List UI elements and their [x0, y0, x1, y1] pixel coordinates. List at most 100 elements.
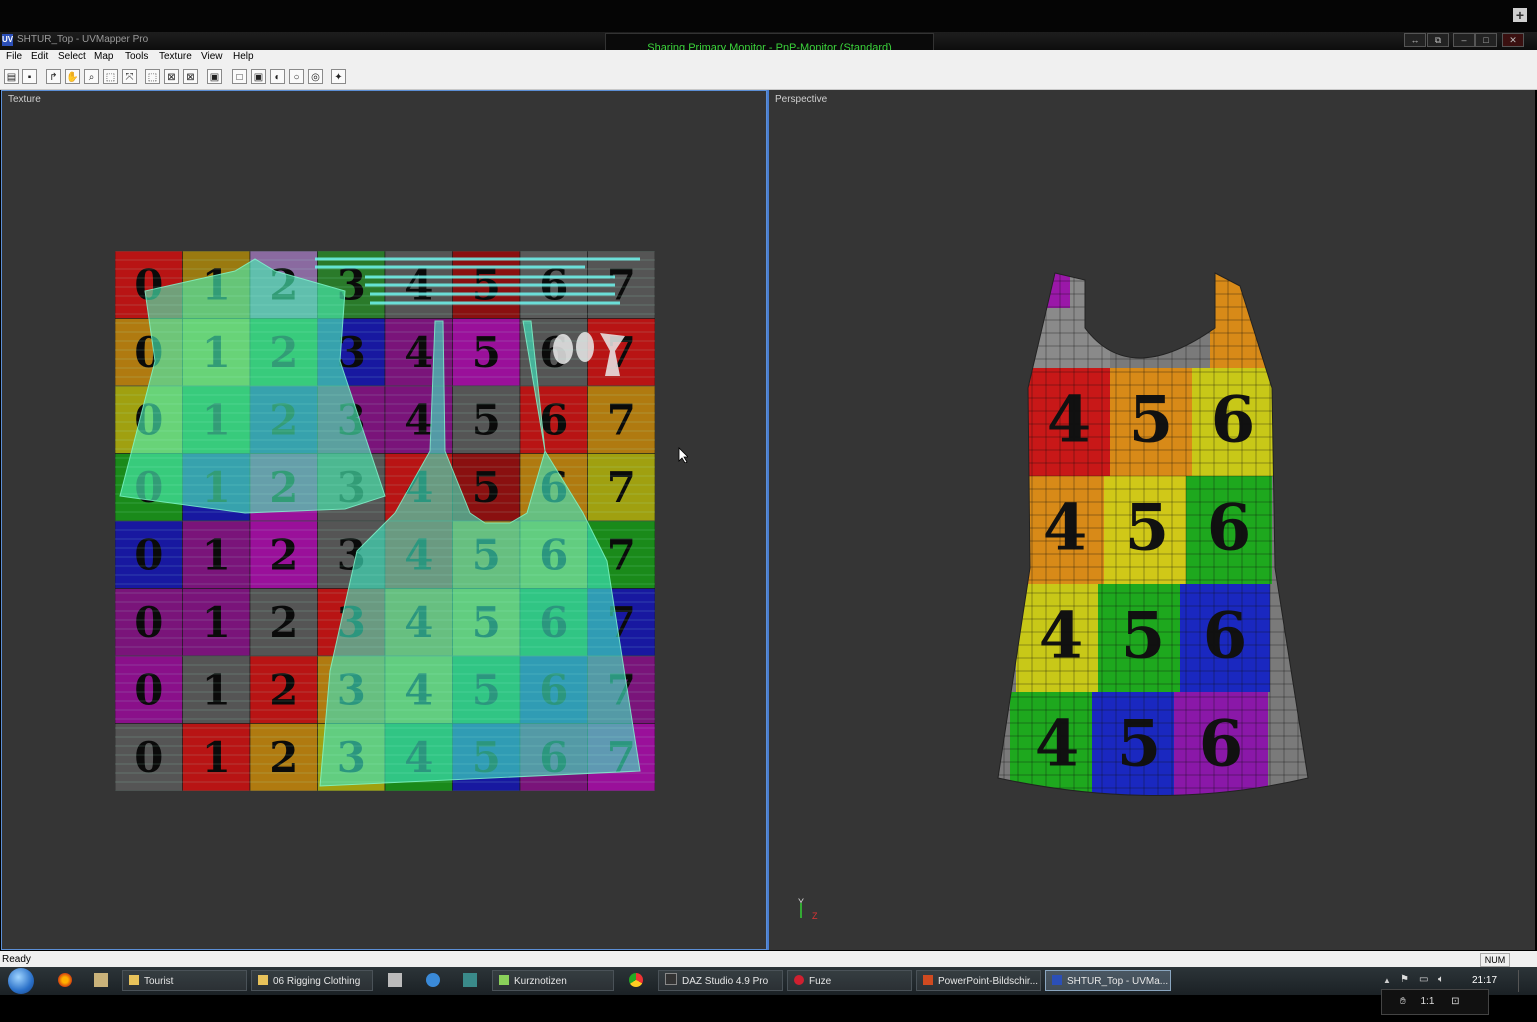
texture-cell-digit: 5	[472, 396, 501, 445]
garment-cell-digit: 5	[1121, 598, 1166, 673]
garment-cell-digit: 6	[1199, 706, 1244, 781]
hand-icon[interactable]: ✋︎	[1400, 996, 1406, 1007]
flag-icon[interactable]: ⚑	[1400, 974, 1409, 985]
cylindrical-map-icon[interactable]: ◐	[270, 69, 285, 84]
zoom-ratio[interactable]: 1:1	[1420, 996, 1434, 1007]
spherical-map-icon[interactable]: ○	[289, 69, 304, 84]
num-lock-indicator: NUM	[1480, 953, 1510, 967]
uvmapper-app-icon: UV	[2, 34, 14, 46]
taskbar-item-rigging-clothing[interactable]: 06 Rigging Clothing	[251, 970, 373, 991]
menu-select[interactable]: Select	[58, 51, 86, 62]
resize-arrows-icon[interactable]: ↔	[1404, 33, 1426, 47]
texture-cell-digit: 2	[269, 733, 298, 782]
start-button[interactable]	[8, 968, 34, 994]
texture-cell-digit: 7	[607, 396, 636, 445]
taskbar-item-powerpoint[interactable]: PowerPoint-Bildschir...	[916, 970, 1041, 991]
open-file-icon[interactable]: ▤	[4, 69, 19, 84]
show-desktop-button[interactable]	[1518, 970, 1537, 992]
maximize-button[interactable]: □	[1475, 33, 1497, 47]
menu-edit[interactable]: Edit	[31, 51, 48, 62]
texture-cell-digit: 1	[202, 531, 231, 580]
restore-window-icon[interactable]: ⧉	[1427, 33, 1449, 47]
pan-hand-icon[interactable]: ✋	[65, 69, 80, 84]
explorer-quicklaunch-icon[interactable]	[94, 973, 108, 987]
texture-cell-digit: 0	[134, 733, 163, 782]
texture-cell-digit: 0	[134, 666, 163, 715]
toolbar	[0, 65, 1537, 90]
tray-expand-icon[interactable]: ▲	[1383, 976, 1391, 985]
garment-checker: 4 5 64 5 64 5 64 5 6	[1010, 368, 1274, 796]
remote-desktop-icon[interactable]	[463, 973, 477, 987]
taskbar-item-fuze[interactable]: Fuze	[787, 970, 912, 991]
add-button[interactable]: +	[1513, 8, 1527, 22]
window-title: SHTUR_Top - UVMapper Pro	[17, 34, 149, 45]
menu-tools[interactable]: Tools	[125, 51, 148, 62]
texture-cell-digit: 5	[472, 328, 501, 377]
texture-cell-digit: 7	[607, 531, 636, 580]
save-file-icon[interactable]: ▪	[22, 69, 37, 84]
network-icon[interactable]: ▭	[1419, 974, 1428, 985]
taskbar-clock[interactable]: 21:17	[1472, 975, 1497, 986]
menu-file[interactable]: File	[6, 51, 22, 62]
texture-view-label: Texture	[8, 94, 41, 105]
relax-icon[interactable]: ✦	[331, 69, 346, 84]
firefox-icon[interactable]	[58, 973, 72, 987]
taskbar-item-label: DAZ Studio 4.9 Pro	[682, 976, 769, 987]
taskbar-item-tourist[interactable]: Tourist	[122, 970, 247, 991]
fit-screen-icon[interactable]: ⊡	[1451, 996, 1459, 1007]
uv-texture-canvas[interactable]: 0123456701234567012345670123456701234567…	[115, 251, 655, 791]
texture-cell-digit: 1	[202, 598, 231, 647]
select-arrow-icon[interactable]: ↱	[46, 69, 61, 84]
texture-cell-digit: 4	[404, 396, 433, 445]
clear-selection-icon[interactable]: ⊠	[183, 69, 198, 84]
chrome-icon[interactable]	[629, 973, 643, 987]
taskbar-item-label: 06 Rigging Clothing	[273, 976, 361, 987]
marquee-icon[interactable]: ⬚	[145, 69, 160, 84]
taskbar-item-label: Kurznotizen	[514, 976, 567, 987]
garment-cell-digit: 4	[1035, 706, 1080, 781]
texture-cell-digit: 7	[607, 463, 636, 512]
texture-cell-digit: 0	[134, 531, 163, 580]
box-map-icon[interactable]: □	[232, 69, 247, 84]
minimize-button[interactable]: –	[1453, 33, 1475, 47]
skype-icon[interactable]	[426, 973, 440, 987]
taskbar-item-label: Fuze	[809, 976, 832, 987]
taskbar-item-label: SHTUR_Top - UVMa...	[1067, 976, 1169, 987]
notes-quicklaunch-icon[interactable]	[388, 973, 402, 987]
polar-map-icon[interactable]: ◎	[308, 69, 323, 84]
rect-select-icon[interactable]: ⬚	[103, 69, 118, 84]
zoom-icon[interactable]: ⌕	[84, 69, 99, 84]
garment-cell-digit: 4	[1047, 382, 1092, 457]
texture-cell-digit: 2	[269, 666, 298, 715]
taskbar-item-daz-studio[interactable]: DAZ Studio 4.9 Pro	[658, 970, 783, 991]
copy-icon[interactable]: ▣	[207, 69, 222, 84]
menu-view[interactable]: View	[201, 51, 223, 62]
close-button[interactable]: ✕	[1502, 33, 1524, 47]
garment-cell-digit: 6	[1203, 598, 1248, 673]
menu-texture[interactable]: Texture	[159, 51, 192, 62]
deselect-icon[interactable]: ⊠	[164, 69, 179, 84]
menu-bar	[0, 50, 1537, 65]
texture-cell-digit: 2	[269, 531, 298, 580]
menu-map[interactable]: Map	[94, 51, 113, 62]
menu-help[interactable]: Help	[233, 51, 254, 62]
taskbar-item-kurznotizen[interactable]: Kurznotizen	[492, 970, 614, 991]
axis-y-line	[800, 903, 802, 918]
status-text: Ready	[2, 954, 31, 965]
garment-cell-digit: 5	[1129, 382, 1174, 457]
volume-icon[interactable]: 🔈︎	[1438, 974, 1444, 985]
texture-cell-digit: 1	[202, 733, 231, 782]
taskbar-item-uvmapper[interactable]: SHTUR_Top - UVMa...	[1045, 970, 1171, 991]
garment-3d-preview[interactable]: 4 5 64 5 64 5 64 5 6	[990, 268, 1320, 808]
texture-cell-digit: 1	[202, 666, 231, 715]
planar-map-icon[interactable]: ▣	[251, 69, 266, 84]
garment-cell-digit: 5	[1117, 706, 1162, 781]
mouse-cursor-icon	[678, 447, 688, 463]
perspective-view-label: Perspective	[775, 94, 828, 105]
lasso-select-icon[interactable]: ⤧	[122, 69, 137, 84]
garment-cell-digit: 4	[1039, 598, 1084, 673]
texture-cell-digit: 4	[404, 328, 433, 377]
garment-cell-digit: 6	[1211, 382, 1256, 457]
bottom-frame	[0, 995, 1537, 1022]
top-frame	[0, 0, 1537, 32]
